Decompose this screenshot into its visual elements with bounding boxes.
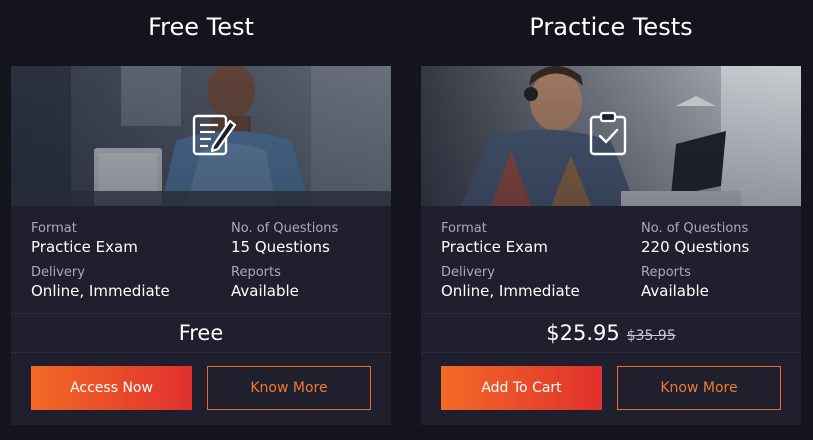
questions-label: No. of Questions bbox=[231, 221, 339, 236]
format-label: Format bbox=[31, 221, 77, 236]
delivery-value: Online, Immediate bbox=[31, 282, 170, 300]
access-now-button[interactable]: Access Now bbox=[31, 366, 192, 410]
delivery-label: Delivery bbox=[31, 265, 85, 280]
original-price: $35.95 bbox=[626, 328, 676, 344]
free-test-details: Format Practice Exam No. of Questions 15… bbox=[11, 206, 391, 313]
reports-label: Reports bbox=[641, 265, 691, 280]
free-test-price-row: Free bbox=[11, 314, 391, 352]
know-more-button[interactable]: Know More bbox=[207, 366, 371, 410]
delivery-value: Online, Immediate bbox=[441, 282, 580, 300]
price: $25.95 bbox=[546, 321, 620, 345]
format-value: Practice Exam bbox=[31, 238, 138, 256]
questions-value: 220 Questions bbox=[641, 238, 750, 256]
free-test-actions: Access Now Know More bbox=[11, 353, 391, 425]
questions-label: No. of Questions bbox=[641, 221, 749, 236]
free-test-hero-image bbox=[11, 66, 391, 206]
free-test-title: Free Test bbox=[148, 13, 254, 41]
practice-tests-details: Format Practice Exam No. of Questions 22… bbox=[421, 206, 801, 313]
reports-label: Reports bbox=[231, 265, 281, 280]
format-value: Practice Exam bbox=[441, 238, 548, 256]
reports-value: Available bbox=[231, 282, 299, 300]
practice-tests-hero-image bbox=[421, 66, 801, 206]
add-to-cart-button[interactable]: Add To Cart bbox=[441, 366, 602, 410]
know-more-button[interactable]: Know More bbox=[617, 366, 781, 410]
practice-tests-price-row: $25.95 $35.95 bbox=[421, 314, 801, 352]
free-test-card: Format Practice Exam No. of Questions 15… bbox=[11, 66, 391, 425]
questions-value: 15 Questions bbox=[231, 238, 330, 256]
reports-value: Available bbox=[641, 282, 709, 300]
format-label: Format bbox=[441, 221, 487, 236]
price: Free bbox=[178, 321, 224, 345]
practice-tests-actions: Add To Cart Know More bbox=[421, 353, 801, 425]
clipboard-check-icon bbox=[589, 111, 627, 156]
delivery-label: Delivery bbox=[441, 265, 495, 280]
practice-tests-card: Format Practice Exam No. of Questions 22… bbox=[421, 66, 801, 425]
practice-tests-title: Practice Tests bbox=[529, 13, 693, 41]
edit-document-icon bbox=[192, 114, 237, 156]
